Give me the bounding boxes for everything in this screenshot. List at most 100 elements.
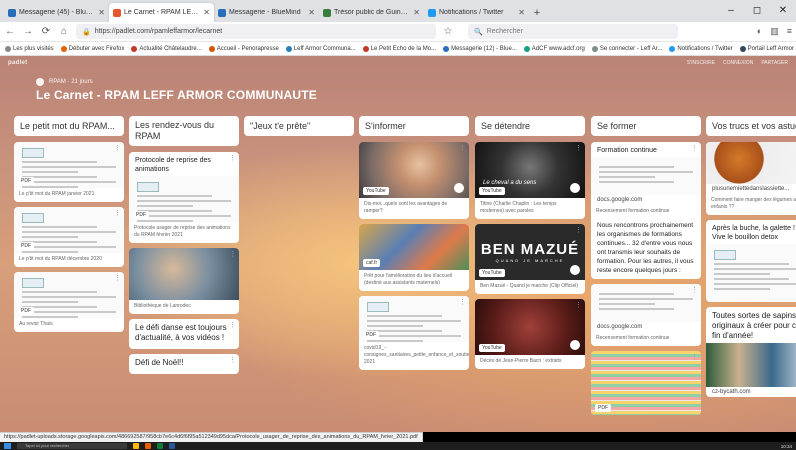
post-card[interactable]: plusunemiettedanslassiette... Comment fai…	[706, 142, 796, 215]
post-card[interactable]: Formation continue docs.google.com Recense…	[591, 142, 701, 279]
post-card[interactable]: Bibliothèque de Lanrodec ⋮	[129, 248, 239, 314]
post-card[interactable]: PDF covid19_-consignes_sanitaires_petite_…	[359, 296, 469, 370]
post-menu-icon[interactable]: ⋮	[691, 353, 698, 361]
column-title[interactable]: Le petit mot du RPAM...	[14, 116, 124, 136]
maximize-button[interactable]: ◻	[744, 0, 770, 20]
post-caption: Comment faire manger des légumes aux enf…	[711, 197, 796, 210]
browser-tab[interactable]: Le Carnet - RPAM LEFF ARMOR✕	[109, 3, 214, 22]
bookmark-item[interactable]: Messagerie (12) - Blue...	[443, 45, 517, 52]
bookmark-item[interactable]: Actualité Châtelaudre...	[131, 45, 202, 52]
tab-close-icon[interactable]: ✕	[518, 8, 525, 17]
tab-close-icon[interactable]: ✕	[413, 8, 420, 17]
text-line	[367, 335, 461, 337]
post-card[interactable]: BEN MAZUÉ QUAND JE MARCHE YouTube Ben Mazué…	[475, 224, 585, 294]
browser-tab[interactable]: Trésor public de Guingamp - Ec✕	[319, 3, 424, 22]
play-icon[interactable]	[570, 265, 580, 275]
column-title[interactable]: Les rendez-vous du RPAM	[129, 116, 239, 146]
post-menu-icon[interactable]: ⋮	[229, 154, 236, 162]
post-menu-icon[interactable]: ⋮	[229, 356, 236, 364]
column-title[interactable]: Se former	[591, 116, 701, 136]
post-menu-icon[interactable]: ⋮	[575, 226, 582, 234]
post-menu-icon[interactable]: ⋮	[114, 209, 121, 217]
post-card[interactable]: Le défi danse est toujours d'actualité, …	[129, 319, 239, 349]
column-title[interactable]: Vos trucs et vos astuces	[706, 116, 796, 136]
board-action-0[interactable]: S'INSCRIRE	[687, 60, 715, 66]
excel-icon[interactable]	[157, 443, 163, 449]
column-title[interactable]: S'informer	[359, 116, 469, 136]
padlet-logo[interactable]: padlet	[8, 60, 27, 66]
post-menu-icon[interactable]: ⋮	[691, 286, 698, 294]
post-card[interactable]: Le cheval a du sens YouTube Titine (Charli…	[475, 142, 585, 219]
post-title: Après la buche, la galette ! Vive le bou…	[712, 225, 795, 241]
bookmark-star-icon[interactable]: ☆	[442, 26, 454, 38]
post-menu-icon[interactable]: ⋮	[691, 144, 698, 152]
tab-favicon-icon	[113, 8, 121, 17]
post-menu-icon[interactable]: ⋮	[575, 301, 582, 309]
new-tab-button[interactable]: +	[529, 3, 545, 22]
firefox-icon[interactable]	[145, 443, 151, 449]
windows-start-icon[interactable]	[4, 443, 11, 449]
post-card[interactable]: PDF ⋮	[591, 351, 701, 415]
play-icon[interactable]	[570, 340, 580, 350]
bookmark-item[interactable]: Se connecter - Leff Ar...	[591, 45, 662, 52]
browser-tab[interactable]: Notifications / Twitter ✕	[424, 3, 529, 22]
bookmark-item[interactable]: Le Petit Echo de la Mo...	[362, 45, 436, 52]
menu-icon[interactable]: ≡	[787, 26, 792, 37]
pocket-icon[interactable]: ◐	[757, 26, 762, 37]
post-card[interactable]: YouTube Dis-moi...quels sont les avantage…	[359, 142, 469, 219]
post-menu-icon[interactable]: ⋮	[575, 144, 582, 152]
post-card[interactable]: PDF Le p'tit mot du RPAM décembre 2020 ⋮	[14, 207, 124, 267]
bookmark-item[interactable]: Accueil - Penorapresse	[208, 45, 279, 52]
bookmark-item[interactable]: AdCF www.adcf.org	[523, 45, 585, 52]
minimize-button[interactable]: –	[718, 0, 744, 20]
post-menu-icon[interactable]: ⋮	[114, 274, 121, 282]
post-menu-icon[interactable]: ⋮	[459, 226, 466, 234]
library-icon[interactable]: ▥	[770, 26, 779, 37]
post-card[interactable]: PDF Au revoir Thaïs ⋮	[14, 272, 124, 332]
close-window-button[interactable]: ✕	[770, 0, 796, 20]
bookmarks-bar: Les plus visités Débuter avec Firefox Actu…	[0, 42, 796, 56]
post-card[interactable]: caf.fr Prêt pour l'amélioration du lieu d…	[359, 224, 469, 291]
taskbar-search[interactable]: Taper ici pour rechercher	[17, 443, 127, 449]
bookmark-item[interactable]: Les plus visités	[5, 45, 54, 52]
post-card[interactable]: Défi de Noël!! ⋮	[129, 354, 239, 374]
bookmark-item[interactable]: Débuter avec Firefox	[60, 45, 124, 52]
post-menu-icon[interactable]: ⋮	[229, 250, 236, 258]
post-card[interactable]: Toutes sortes de sapins originaux à crée…	[706, 307, 796, 397]
bookmark-item[interactable]: Portail Leff Armor Co...	[739, 45, 796, 52]
post-card[interactable]: docs.google.com Recensement formation con…	[591, 284, 701, 346]
board-action-1[interactable]: CONNEXION	[723, 60, 753, 66]
reload-icon[interactable]: ⟳	[40, 26, 52, 38]
forward-icon[interactable]: →	[22, 26, 34, 38]
post-menu-icon[interactable]: ⋮	[459, 298, 466, 306]
text-line	[22, 171, 79, 173]
file-explorer-icon[interactable]	[133, 443, 139, 449]
tab-close-icon[interactable]: ✕	[203, 8, 210, 17]
post-menu-icon[interactable]: ⋮	[229, 321, 236, 329]
play-icon[interactable]	[454, 183, 464, 193]
post-card[interactable]: PDF Le p'tit mot du RPAM janvier 2021 ⋮	[14, 142, 124, 202]
post-caption: Décès de Jean-Pierre Bacri : extraits	[480, 358, 562, 364]
search-input[interactable]: 🔍 Rechercher	[468, 24, 678, 39]
text-line	[22, 181, 116, 183]
browser-tab[interactable]: Messagerie (45) - BlueMind✕	[4, 3, 109, 22]
tab-close-icon[interactable]: ✕	[98, 8, 105, 17]
home-icon[interactable]: ⌂	[58, 26, 70, 38]
post-card[interactable]: YouTube Décès de Jean-Pierre Bacri : extr…	[475, 299, 585, 369]
browser-tab[interactable]: Messagerie - BlueMind ✕	[214, 3, 319, 22]
post-menu-icon[interactable]: ⋮	[459, 144, 466, 152]
bookmark-item[interactable]: Notifications / Twitter	[669, 45, 733, 52]
column-title[interactable]: "Jeux t'e prête"	[244, 116, 354, 136]
bookmark-item[interactable]: Leff Armor Communa...	[285, 45, 356, 52]
word-icon[interactable]	[169, 443, 175, 449]
back-icon[interactable]: ←	[4, 26, 16, 38]
column-title[interactable]: Se détendre	[475, 116, 585, 136]
post-card[interactable]: Après la buche, la galette ! Vive le bou…	[706, 220, 796, 302]
post-card[interactable]: Protocole de reprise des animations PDF Pr…	[129, 152, 239, 243]
post-menu-icon[interactable]: ⋮	[114, 144, 121, 152]
address-bar[interactable]: 🔒 https://padlet.com/rpamleffarmor/lecar…	[76, 24, 436, 39]
board-action-2[interactable]: PARTAGER	[761, 60, 788, 66]
text-line	[599, 171, 693, 173]
tab-close-icon[interactable]: ✕	[308, 8, 315, 17]
play-icon[interactable]	[570, 183, 580, 193]
